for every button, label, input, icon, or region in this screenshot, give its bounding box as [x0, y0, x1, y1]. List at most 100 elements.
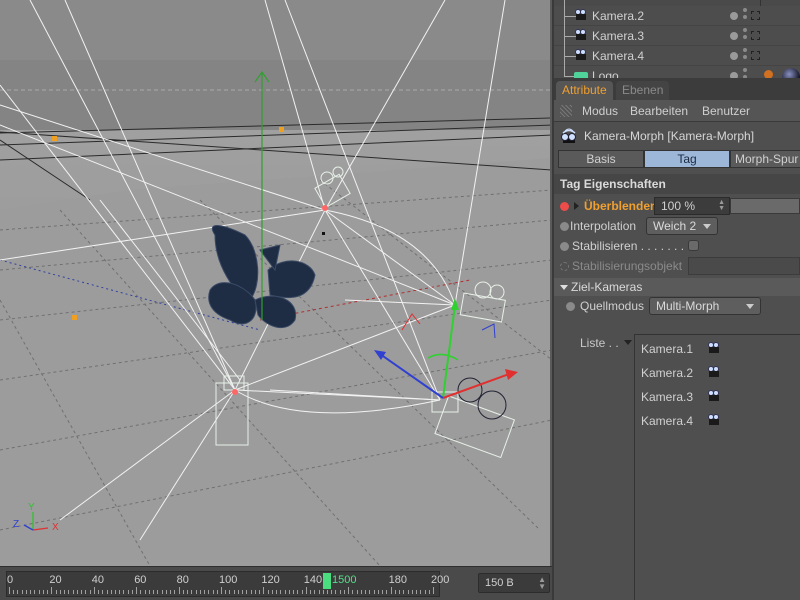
timeline-tick	[13, 590, 15, 594]
list-item[interactable]: Kamera.1	[641, 339, 791, 359]
menu-modus[interactable]: Modus	[582, 104, 618, 118]
timeline-tick	[246, 590, 248, 594]
timeline-tick	[30, 590, 32, 594]
timeline-tick	[288, 590, 290, 594]
keyframe-dot-icon[interactable]	[566, 302, 575, 311]
timeline-tick-label: 0	[7, 574, 14, 586]
timeline-tick	[407, 590, 409, 594]
timeline-ruler[interactable]: 0 20 40 60 80 100 120 140 180 200 1500	[6, 571, 449, 597]
property-ueberblenden: Überblenden 100 % ▲ ▼	[554, 196, 800, 216]
ueberblenden-value: 100 %	[661, 199, 696, 213]
list-item[interactable]: Kamera.2	[641, 363, 791, 383]
playhead-frame-label: 1500	[332, 574, 357, 586]
timeline-tick	[157, 590, 159, 594]
object-header: Kamera-Morph [Kamera-Morph]	[554, 124, 800, 148]
interpolation-dropdown[interactable]: Weich 2	[646, 217, 718, 235]
render-visibility-icon[interactable]	[743, 28, 748, 44]
timeline-tick-label: 120	[261, 574, 280, 586]
camera-icon	[574, 9, 588, 21]
tab-tag[interactable]: Tag	[644, 150, 730, 168]
timeline-tick	[233, 590, 235, 594]
list-item[interactable]: Kamera.3	[641, 387, 791, 407]
timeline-tick	[59, 590, 61, 594]
expand-arrow-icon[interactable]	[574, 202, 579, 210]
timeline-tick	[38, 590, 40, 594]
camera-morph-icon	[561, 128, 576, 143]
timeline-tick	[411, 590, 413, 594]
tree-line	[564, 56, 565, 76]
object-row[interactable]: Kamera.4	[554, 36, 800, 66]
timeline-tick-label: 200	[431, 574, 450, 586]
list-item-name: Kamera.3	[641, 390, 694, 404]
keyframe-dot-icon[interactable]	[560, 262, 569, 271]
section-title: Tag Eigenschaften	[554, 174, 800, 194]
grip-icon[interactable]	[560, 105, 572, 117]
object-row[interactable]: Kamera.2	[554, 0, 800, 26]
tab-ebenen[interactable]: Ebenen	[616, 81, 670, 100]
menu-bearbeiten[interactable]: Bearbeiten	[630, 104, 688, 118]
spinner-icon[interactable]: ▲ ▼	[718, 199, 725, 212]
render-visibility-icon[interactable]	[743, 8, 748, 24]
timeline-tick	[276, 590, 278, 594]
timeline-tick-label: 140	[303, 574, 323, 586]
timeline-tick	[123, 590, 125, 594]
tab-attribute[interactable]: Attribute	[556, 81, 613, 100]
keyframe-dot-icon[interactable]	[560, 242, 569, 251]
timeline-tick	[403, 590, 405, 594]
camera-icon	[574, 29, 588, 41]
tree-line	[564, 36, 565, 56]
liste-menu-caret-icon[interactable]	[624, 340, 632, 345]
group-ziel-kameras[interactable]: Ziel-Kameras	[554, 278, 800, 296]
object-row[interactable]: Kamera.3	[554, 16, 800, 46]
attribute-menubar: Modus Bearbeiten Benutzer	[554, 100, 800, 122]
keyframe-dot-icon[interactable]	[560, 202, 569, 211]
stabilisierungsobjekt-label: Stabilisierungsobjekt	[572, 259, 683, 273]
timeline-tick	[81, 590, 83, 594]
current-frame-field[interactable]: 150 B ▲ ▼	[478, 573, 550, 593]
timeline-tick	[225, 590, 227, 594]
timeline-tick	[212, 590, 214, 594]
stabilisierungsobjekt-link-field[interactable]	[688, 257, 800, 275]
timeline-tick	[89, 590, 91, 594]
ueberblenden-field[interactable]: 100 % ▲ ▼	[654, 197, 730, 215]
timeline[interactable]: 0 20 40 60 80 100 120 140 180 200 1500 150 B ▲ ▼	[0, 566, 552, 600]
keyframe-dot-icon[interactable]	[560, 222, 569, 231]
camera-list[interactable]: Kamera.1 Kamera.2 Kamera.3 Kamera.4	[634, 334, 800, 600]
timeline-tick	[178, 587, 180, 594]
camera-icon	[707, 390, 721, 402]
visibility-dot-icon[interactable]	[730, 12, 738, 20]
render-visibility-icon[interactable]	[743, 48, 748, 64]
ueberblenden-label: Überblenden	[584, 199, 658, 213]
menu-benutzer[interactable]: Benutzer	[702, 104, 750, 118]
timeline-tick	[348, 587, 350, 594]
timeline-tick	[170, 590, 172, 594]
timeline-tick	[259, 590, 261, 594]
timeline-tick-label: 100	[219, 574, 238, 586]
stabilisieren-checkbox[interactable]	[688, 240, 699, 251]
camera-target-tag-icon[interactable]	[751, 31, 760, 40]
timeline-tick	[153, 590, 155, 594]
axis-y-label: Y	[28, 502, 35, 513]
camera-target-tag-icon[interactable]	[751, 11, 760, 20]
timeline-tick	[17, 590, 19, 594]
quellmodus-dropdown[interactable]: Multi-Morph	[649, 297, 761, 315]
spinner-icon[interactable]: ▲ ▼	[538, 576, 546, 591]
timeline-tick-label: 180	[388, 574, 407, 586]
pivot-dot	[322, 232, 325, 235]
tab-morph-spur[interactable]: Morph-Spur	[730, 150, 800, 168]
playhead[interactable]	[323, 573, 331, 589]
visibility-dot-icon[interactable]	[730, 32, 738, 40]
3d-viewport[interactable]: Y X Z	[0, 0, 552, 566]
axis-x-label: X	[52, 522, 59, 533]
tab-basis[interactable]: Basis	[558, 150, 644, 168]
manager-tabs: Attribute Ebenen	[554, 78, 800, 100]
camera-target-tag-icon[interactable]	[751, 51, 760, 60]
timeline-tick	[390, 587, 392, 594]
quellmodus-label: Quellmodus	[580, 299, 645, 313]
list-item[interactable]: Kamera.4	[641, 411, 791, 431]
ueberblenden-slider[interactable]	[730, 198, 800, 214]
timeline-tick	[420, 590, 422, 594]
object-title: Kamera-Morph [Kamera-Morph]	[584, 129, 755, 143]
visibility-dot-icon[interactable]	[730, 52, 738, 60]
timeline-tick	[314, 590, 316, 594]
